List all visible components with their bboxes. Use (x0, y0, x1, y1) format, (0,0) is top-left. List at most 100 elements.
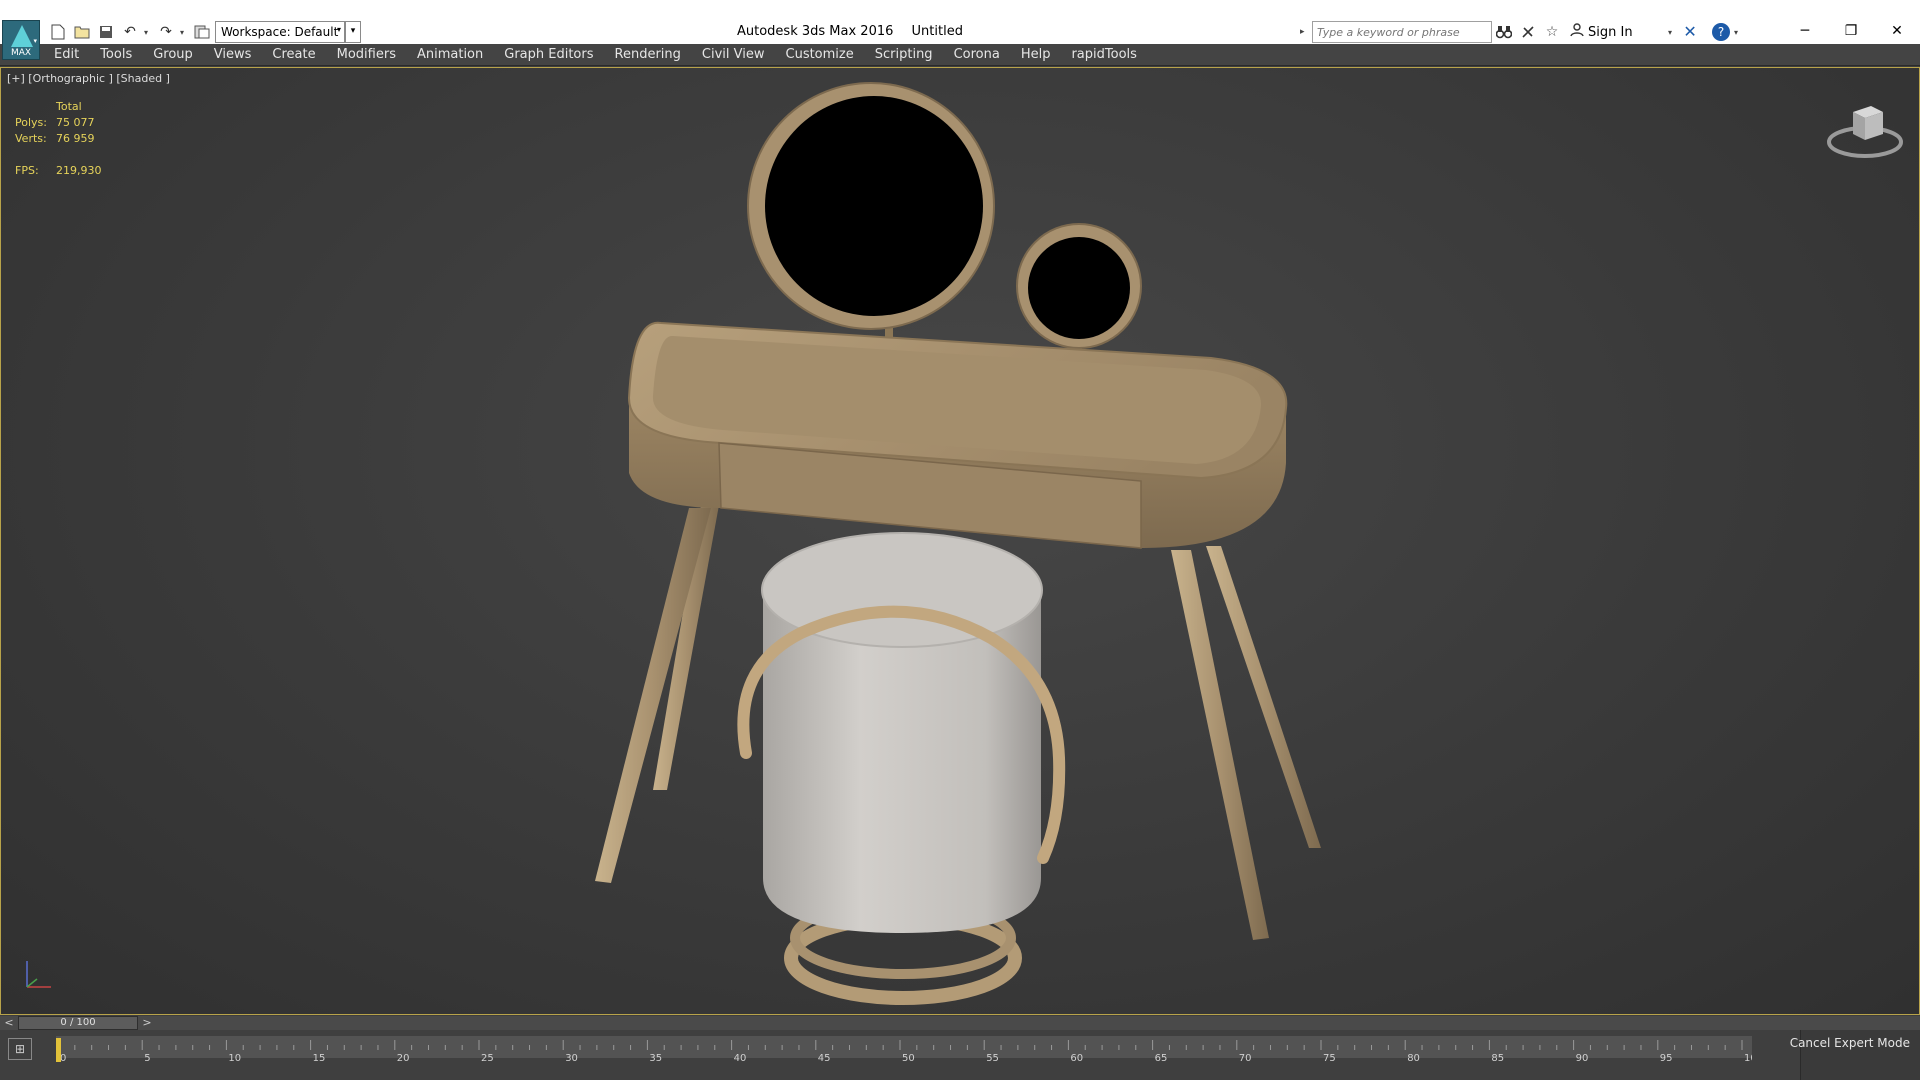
menu-civil-view[interactable]: Civil View (702, 47, 765, 62)
title-bar: ▾ MAX ↶ ▾ ↷ ▾ Workspace: Default ▾ ▾ Aut… (0, 0, 1920, 60)
communication-center-icon[interactable] (1516, 21, 1540, 43)
fps-label: FPS: (15, 164, 39, 177)
redo-icon[interactable]: ↷ (156, 22, 176, 42)
track-tick-label: 50 (902, 1053, 915, 1064)
viewcube-icon[interactable] (1825, 98, 1905, 167)
customize-qat-button[interactable]: ▾ (345, 21, 361, 43)
polys-label: Polys: (15, 116, 47, 129)
minimize-icon[interactable]: ─ (1782, 18, 1828, 44)
menu-group[interactable]: Group (153, 47, 193, 62)
expert-mode-panel: Cancel Expert Mode (1790, 1030, 1920, 1080)
menu-graph-editors[interactable]: Graph Editors (504, 47, 593, 62)
scene-render (595, 82, 1321, 1005)
track-bar: ⊞ 0 5 10 15 20 25 30 35 40 45 50 55 60 65 70 75 80 85 90 95… (0, 1030, 1920, 1080)
app-name: Autodesk 3ds Max 2016 (737, 24, 894, 39)
3ds-max-logo-icon (11, 25, 33, 47)
track-tick-label: 65 (1155, 1053, 1168, 1064)
chevron-down-icon: ▾ (33, 37, 37, 45)
mini-curve-editor-icon[interactable]: ⊞ (8, 1038, 32, 1060)
undo-dropdown-icon[interactable]: ▾ (144, 28, 152, 37)
track-tick-label: 40 (734, 1053, 747, 1064)
app-logo-label: MAX (10, 48, 32, 58)
menu-edit[interactable]: Edit (54, 47, 79, 62)
new-file-icon[interactable] (48, 22, 68, 42)
autodesk-exchange-icon[interactable]: ✕ (1680, 22, 1700, 42)
undo-icon[interactable]: ↶ (120, 22, 140, 42)
polys-value: 75 077 (56, 116, 95, 129)
table-leg-front-left (595, 508, 711, 883)
mirror-glass-large (765, 96, 983, 316)
save-icon[interactable] (96, 22, 116, 42)
search-input[interactable] (1312, 21, 1492, 43)
menu-tools[interactable]: Tools (100, 47, 132, 62)
track-tick-label: 55 (986, 1053, 999, 1064)
menu-help[interactable]: Help (1021, 47, 1051, 62)
window-controls: ─ ❐ ✕ (1782, 18, 1920, 44)
track-tick-label: 95 (1660, 1053, 1673, 1064)
menu-rapidtools[interactable]: rapidTools (1071, 47, 1136, 62)
cancel-expert-mode-button[interactable]: Cancel Expert Mode (1790, 1036, 1910, 1050)
infocenter: ▸ ☆ Sign In ▾ ✕ ? ▾ (1300, 20, 1758, 44)
perspective-viewport[interactable]: [+] [Orthographic ] [Shaded ] Total Poly… (0, 67, 1920, 1015)
menu-modifiers[interactable]: Modifiers (337, 47, 396, 62)
mirror-glass-small (1028, 237, 1130, 339)
fps-value: 219,930 (56, 164, 102, 177)
track-ruler[interactable]: 0510152025303540455055606570758085909510… (56, 1036, 1752, 1064)
chevron-down-icon[interactable]: ▾ (1734, 28, 1738, 37)
sign-in-label: Sign In (1588, 24, 1633, 40)
viewport-label[interactable]: [+] [Orthographic ] [Shaded ] (7, 72, 170, 85)
menu-customize[interactable]: Customize (786, 47, 854, 62)
chevron-down-icon: ▾ (336, 25, 341, 34)
track-tick-label: 90 (1576, 1053, 1589, 1064)
track-tick-label: 35 (649, 1053, 662, 1064)
menu-scripting[interactable]: Scripting (875, 47, 933, 62)
sign-in-button[interactable]: Sign In (1570, 23, 1668, 41)
time-slider-thumb[interactable]: 0 / 100 (18, 1016, 138, 1030)
next-frame-button[interactable]: > (140, 1016, 154, 1030)
binoculars-icon[interactable] (1492, 21, 1516, 43)
axis-tripod-icon (21, 953, 61, 996)
track-tick-label: 20 (397, 1053, 410, 1064)
workspace-label: Workspace: Default (221, 25, 339, 39)
workspace-selector[interactable]: Workspace: Default ▾ (215, 21, 345, 43)
close-icon[interactable]: ✕ (1874, 18, 1920, 44)
current-frame-marker[interactable] (56, 1038, 61, 1062)
time-slider[interactable]: < 0 / 100 > (0, 1016, 1920, 1030)
help-icon[interactable]: ? (1712, 23, 1731, 41)
favorites-star-icon[interactable]: ☆ (1540, 21, 1564, 43)
chevron-down-icon[interactable]: ▾ (1668, 28, 1672, 37)
menu-views[interactable]: Views (214, 47, 252, 62)
track-tick-label: 60 (1070, 1053, 1083, 1064)
quick-access-toolbar: ↶ ▾ ↷ ▾ (48, 21, 212, 43)
menu-bar: Edit Tools Group Views Create Modifiers … (0, 44, 1920, 66)
track-tick-label: 45 (818, 1053, 831, 1064)
project-folder-icon[interactable] (192, 22, 212, 42)
table-leg-front-right (1171, 550, 1269, 940)
application-menu-button[interactable]: ▾ MAX (2, 20, 40, 60)
track-tick-label: 80 (1407, 1053, 1420, 1064)
restore-icon[interactable]: ❐ (1828, 18, 1874, 44)
menu-corona[interactable]: Corona (954, 47, 1000, 62)
menu-animation[interactable]: Animation (417, 47, 483, 62)
search-expand-icon[interactable]: ▸ (1300, 27, 1312, 37)
verts-value: 76 959 (56, 132, 95, 145)
track-tick-label: 70 (1239, 1053, 1252, 1064)
track-tick-label: 5 (144, 1053, 150, 1064)
track-tick-label: 85 (1491, 1053, 1504, 1064)
menu-rendering[interactable]: Rendering (615, 47, 681, 62)
track-tick-label: 30 (565, 1053, 578, 1064)
menu-create[interactable]: Create (272, 47, 315, 62)
user-icon (1570, 23, 1584, 41)
verts-label: Verts: (15, 132, 47, 145)
open-file-icon[interactable] (72, 22, 92, 42)
viewport-statistics: Total Polys: 75 077 Verts: 76 959 FPS: 219,… (15, 100, 102, 180)
track-tick-label: 25 (481, 1053, 494, 1064)
stats-header: Total (56, 100, 82, 113)
previous-frame-button[interactable]: < (2, 1016, 16, 1030)
window-title: Autodesk 3ds Max 2016 Untitled (737, 24, 977, 39)
track-tick-label: 10 (228, 1053, 241, 1064)
table-leg-back-right (1206, 546, 1321, 848)
track-tick-label: 75 (1323, 1053, 1336, 1064)
redo-dropdown-icon[interactable]: ▾ (180, 28, 188, 37)
document-name: Untitled (911, 24, 963, 39)
